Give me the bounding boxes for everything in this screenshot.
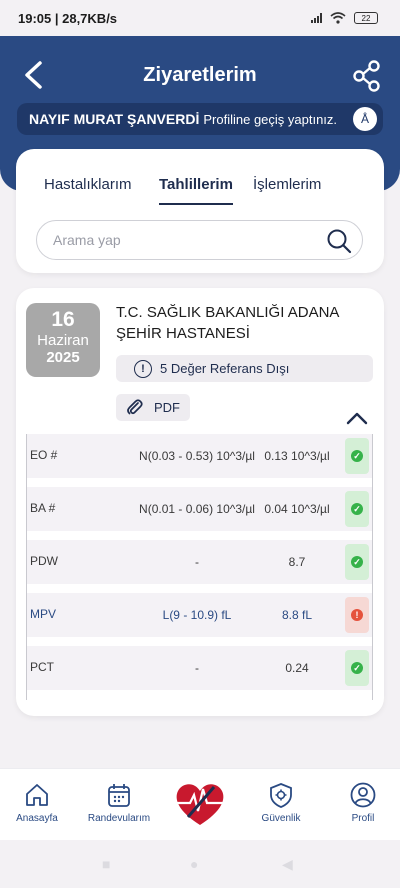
nav-label: Randevularım (87, 813, 151, 824)
status-badge: ! (345, 597, 369, 633)
battery-level: 22 (361, 13, 371, 23)
test-value: 8.8 fL (281, 608, 313, 622)
nav-anasayfa[interactable]: Anasayfa (0, 781, 77, 824)
system-nav-bar: ■ ● ◀ (0, 840, 400, 888)
tab-hastaliklarim[interactable]: Hastalıklarım (44, 176, 132, 193)
check-icon: ✓ (351, 450, 363, 462)
profile-badge-icon[interactable]: Å (353, 107, 377, 131)
page-title: Ziyaretlerim (143, 64, 257, 86)
visit-date-badge: 16 Haziran 2025 (26, 303, 100, 377)
home-button-icon[interactable]: ● (190, 856, 198, 872)
nav-label: Anasayfa (16, 813, 58, 824)
nav-randevularim[interactable]: Randevularım (79, 781, 159, 824)
visit-card: 16 Haziran 2025 T.C. SAĞLIK BAKANLIĞI AD… (16, 288, 384, 716)
reference-range: N(0.03 - 0.53) 10^3/µl (139, 448, 255, 463)
test-value: 8.7 (288, 555, 306, 569)
table-row[interactable]: PCT - 0.24 ✓ (27, 646, 372, 690)
test-value: 0.13 10^3/µl (264, 449, 330, 463)
bottom-nav: Anasayfa Randevularım Güvenlik Profil (0, 768, 400, 840)
search-icon[interactable] (326, 228, 352, 254)
warning-text: 5 Değer Referans Dışı (160, 361, 290, 376)
check-icon: ✓ (351, 503, 363, 515)
reference-range: - (195, 554, 199, 569)
shield-gear-icon (270, 783, 292, 808)
battery-icon: 22 (354, 12, 378, 24)
pdf-label: PDF (154, 400, 180, 415)
search-placeholder: Arama yap (53, 232, 121, 248)
nav-guvenlik[interactable]: Güvenlik (241, 781, 321, 824)
check-icon: ✓ (351, 556, 363, 568)
search-input[interactable]: Arama yap (36, 220, 363, 260)
status-badge: ✓ (345, 650, 369, 686)
status-badge: ✓ (345, 491, 369, 527)
reference-range: L(9 - 10.9) fL (162, 607, 232, 622)
table-row[interactable]: PDW - 8.7 ✓ (27, 540, 372, 584)
status-time: 19:05 | 28,7KB/s (18, 10, 118, 26)
status-icons: 22 (311, 12, 378, 24)
status-badge: ✓ (345, 438, 369, 474)
table-row[interactable]: EO # N(0.03 - 0.53) 10^3/µl 0.13 10^3/µl… (27, 434, 372, 478)
paperclip-icon (127, 398, 143, 414)
home-icon (26, 784, 48, 806)
info-icon: ! (134, 359, 152, 378)
test-name: EO # (30, 448, 58, 462)
out-of-range-warning[interactable]: ! 5 Değer Referans Dışı (116, 355, 373, 382)
tab-islemlerim[interactable]: İşlemlerim (253, 176, 321, 193)
heart-logo-icon (174, 784, 226, 825)
status-badge: ✓ (345, 544, 369, 580)
profile-name: NAYIF MURAT ŞANVERDİ (29, 111, 200, 127)
nav-center-logo[interactable] (160, 775, 240, 835)
profile-switch-bar[interactable]: NAYIF MURAT ŞANVERDİ Profiline geçiş yap… (17, 103, 383, 135)
nav-profil[interactable]: Profil (323, 781, 400, 824)
wifi-icon (330, 12, 346, 24)
hospital-name: T.C. SAĞLIK BAKANLIĞI ADANA ŞEHİR HASTAN… (116, 304, 339, 342)
nav-label: Güvenlik (261, 813, 301, 824)
visit-day: 16 (51, 308, 75, 331)
results-table: EO # N(0.03 - 0.53) 10^3/µl 0.13 10^3/µl… (26, 434, 373, 700)
signal-icon (311, 13, 322, 23)
profile-icon (350, 782, 376, 808)
reference-range: N(0.01 - 0.06) 10^3/µl (139, 501, 255, 516)
calendar-icon (108, 784, 130, 807)
status-bar: 19:05 | 28,7KB/s 22 (0, 0, 400, 36)
nav-label: Profil (351, 813, 375, 824)
table-row[interactable]: BA # N(0.01 - 0.06) 10^3/µl 0.04 10^3/µl… (27, 487, 372, 531)
back-button-icon[interactable]: ◀ (282, 856, 293, 873)
test-name: PDW (30, 554, 58, 568)
visit-month: Haziran (37, 332, 89, 349)
reference-range: - (195, 660, 199, 675)
visit-year: 2025 (46, 349, 80, 366)
profile-message: Profiline geçiş yaptınız. (203, 111, 338, 127)
chevron-up-icon[interactable] (346, 410, 368, 426)
tab-tahlillerim[interactable]: Tahlillerim (159, 176, 233, 205)
test-name: MPV (30, 607, 57, 621)
share-icon[interactable] (352, 60, 382, 92)
alert-icon: ! (351, 609, 363, 621)
test-name: PCT (30, 660, 54, 674)
tabs-card: Hastalıklarım Tahlillerim İşlemlerim Ara… (16, 149, 384, 273)
check-icon: ✓ (351, 662, 363, 674)
test-name: BA # (30, 501, 56, 515)
table-row[interactable]: MPV L(9 - 10.9) fL 8.8 fL ! (27, 593, 372, 637)
test-value: 0.24 (285, 661, 309, 675)
recents-icon[interactable]: ■ (102, 856, 110, 872)
test-value: 0.04 10^3/µl (264, 502, 330, 516)
pdf-button[interactable]: PDF (116, 394, 190, 421)
